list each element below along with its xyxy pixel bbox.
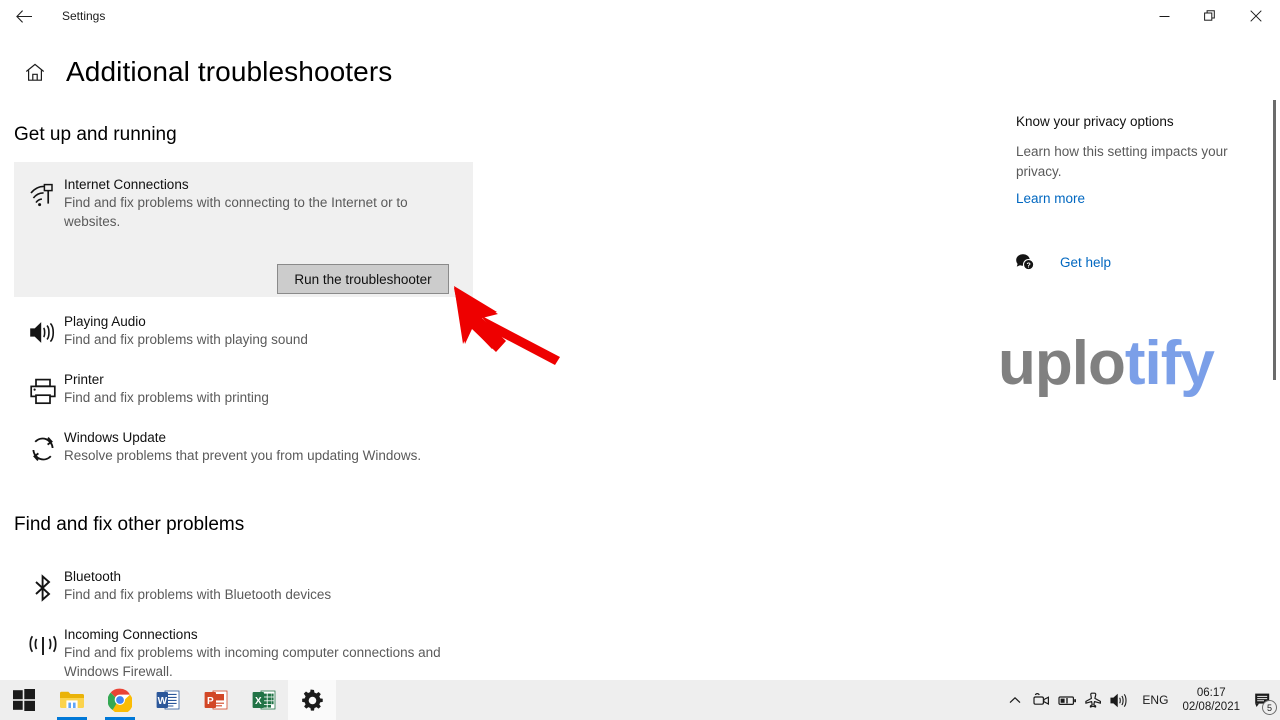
airplane-mode-icon[interactable]: [1080, 680, 1106, 720]
chrome-icon: [108, 688, 132, 712]
taskbar: W P X ENG 06:17 02/08/2021 5: [0, 680, 1280, 720]
notification-count-badge: 5: [1262, 700, 1277, 715]
section-title-get-up-and-running: Get up and running: [14, 124, 177, 145]
svg-text:P: P: [207, 696, 214, 707]
list-item-windows-update[interactable]: Windows Update Resolve problems that pre…: [14, 427, 484, 466]
svg-text:W: W: [158, 696, 168, 707]
chevron-up-icon[interactable]: [1002, 680, 1028, 720]
app-title: Settings: [62, 9, 106, 23]
speaker-icon: [22, 313, 64, 353]
file-explorer[interactable]: [48, 680, 96, 720]
action-center-button[interactable]: 5: [1246, 680, 1280, 720]
get-help-link[interactable]: Get help: [1060, 255, 1111, 270]
watermark-part-a: uplo: [998, 329, 1126, 398]
volume-icon[interactable]: [1106, 680, 1132, 720]
page-title: Additional troubleshooters: [66, 56, 393, 87]
settings[interactable]: [288, 680, 336, 720]
clock[interactable]: 06:17 02/08/2021: [1178, 686, 1246, 714]
page-header: Additional troubleshooters: [0, 46, 392, 98]
item-name: Playing Audio: [64, 314, 146, 329]
clock-date: 02/08/2021: [1182, 701, 1240, 713]
learn-more-link[interactable]: Learn more: [1016, 191, 1085, 206]
list-item-incoming-connections[interactable]: Incoming Connections Find and fix proble…: [14, 624, 484, 680]
privacy-panel-title: Know your privacy options: [1016, 114, 1174, 129]
svg-text:X: X: [255, 696, 262, 707]
item-desc: Find and fix problems with connecting to…: [64, 195, 408, 229]
home-icon[interactable]: [22, 63, 48, 82]
help-bubble-icon: ?: [1014, 251, 1036, 273]
clock-time: 06:17: [1196, 687, 1226, 699]
item-desc: Find and fix problems with printing: [64, 390, 269, 405]
back-arrow-icon[interactable]: [8, 1, 40, 31]
excel-icon: X: [252, 690, 276, 710]
privacy-panel-desc: Learn how this setting impacts your priv…: [1016, 144, 1228, 179]
get-help-row[interactable]: ? Get help: [1014, 251, 1111, 273]
google-chrome[interactable]: [96, 680, 144, 720]
camera-icon[interactable]: [1028, 680, 1054, 720]
list-item-printer[interactable]: Printer Find and fix problems with print…: [14, 369, 484, 408]
item-name: Bluetooth: [64, 569, 122, 584]
sync-icon: [22, 429, 64, 469]
item-desc: Find and fix problems with playing sound: [64, 332, 308, 347]
word-icon: W: [156, 690, 180, 710]
settings-window: Settings Additional troubleshooters Get …: [0, 0, 1280, 720]
internet-connections-icon: [22, 176, 64, 216]
file-explorer-icon: [60, 691, 84, 708]
item-desc: Find and fix problems with Bluetooth dev…: [64, 587, 332, 602]
item-name: Printer: [64, 372, 104, 387]
list-item-playing-audio[interactable]: Playing Audio Find and fix problems with…: [14, 311, 484, 350]
item-desc: Resolve problems that prevent you from u…: [64, 448, 422, 463]
windows-start-icon: [13, 689, 35, 711]
right-info-panel: Know your privacy options Learn how this…: [1016, 112, 1256, 208]
restore-icon[interactable]: [1187, 0, 1233, 32]
vertical-scrollbar[interactable]: [1273, 100, 1276, 380]
language-indicator[interactable]: ENG: [1132, 693, 1178, 707]
system-tray: ENG 06:17 02/08/2021 5: [1002, 680, 1280, 720]
svg-text:?: ?: [1026, 262, 1030, 269]
list-item-internet-connections[interactable]: Internet Connections Find and fix proble…: [14, 174, 484, 231]
title-bar: Settings: [0, 0, 1280, 32]
microsoft-powerpoint[interactable]: P: [192, 680, 240, 720]
item-name: Windows Update: [64, 430, 167, 445]
uplotify-watermark: uplotify: [998, 328, 1215, 399]
microsoft-word[interactable]: W: [144, 680, 192, 720]
run-the-troubleshooter-button[interactable]: Run the troubleshooter: [277, 264, 449, 294]
broadcast-icon: [22, 626, 64, 666]
main-content: Get up and running Internet Connections …: [0, 108, 1000, 680]
start-button[interactable]: [0, 680, 48, 720]
minimize-icon[interactable]: [1141, 0, 1187, 32]
printer-icon: [22, 371, 64, 411]
microsoft-excel[interactable]: X: [240, 680, 288, 720]
bluetooth-icon: [22, 568, 64, 608]
watermark-part-b: tify: [1124, 329, 1215, 398]
battery-icon[interactable]: [1054, 680, 1080, 720]
item-name: Incoming Connections: [64, 627, 198, 642]
close-icon[interactable]: [1233, 0, 1279, 32]
section-title-find-and-fix-other-problems: Find and fix other problems: [14, 514, 245, 535]
powerpoint-icon: P: [204, 690, 228, 710]
list-item-bluetooth[interactable]: Bluetooth Find and fix problems with Blu…: [14, 566, 484, 605]
item-desc: Find and fix problems with incoming comp…: [64, 645, 441, 679]
item-name: Internet Connections: [64, 177, 189, 192]
settings-gear-icon: [301, 689, 323, 711]
